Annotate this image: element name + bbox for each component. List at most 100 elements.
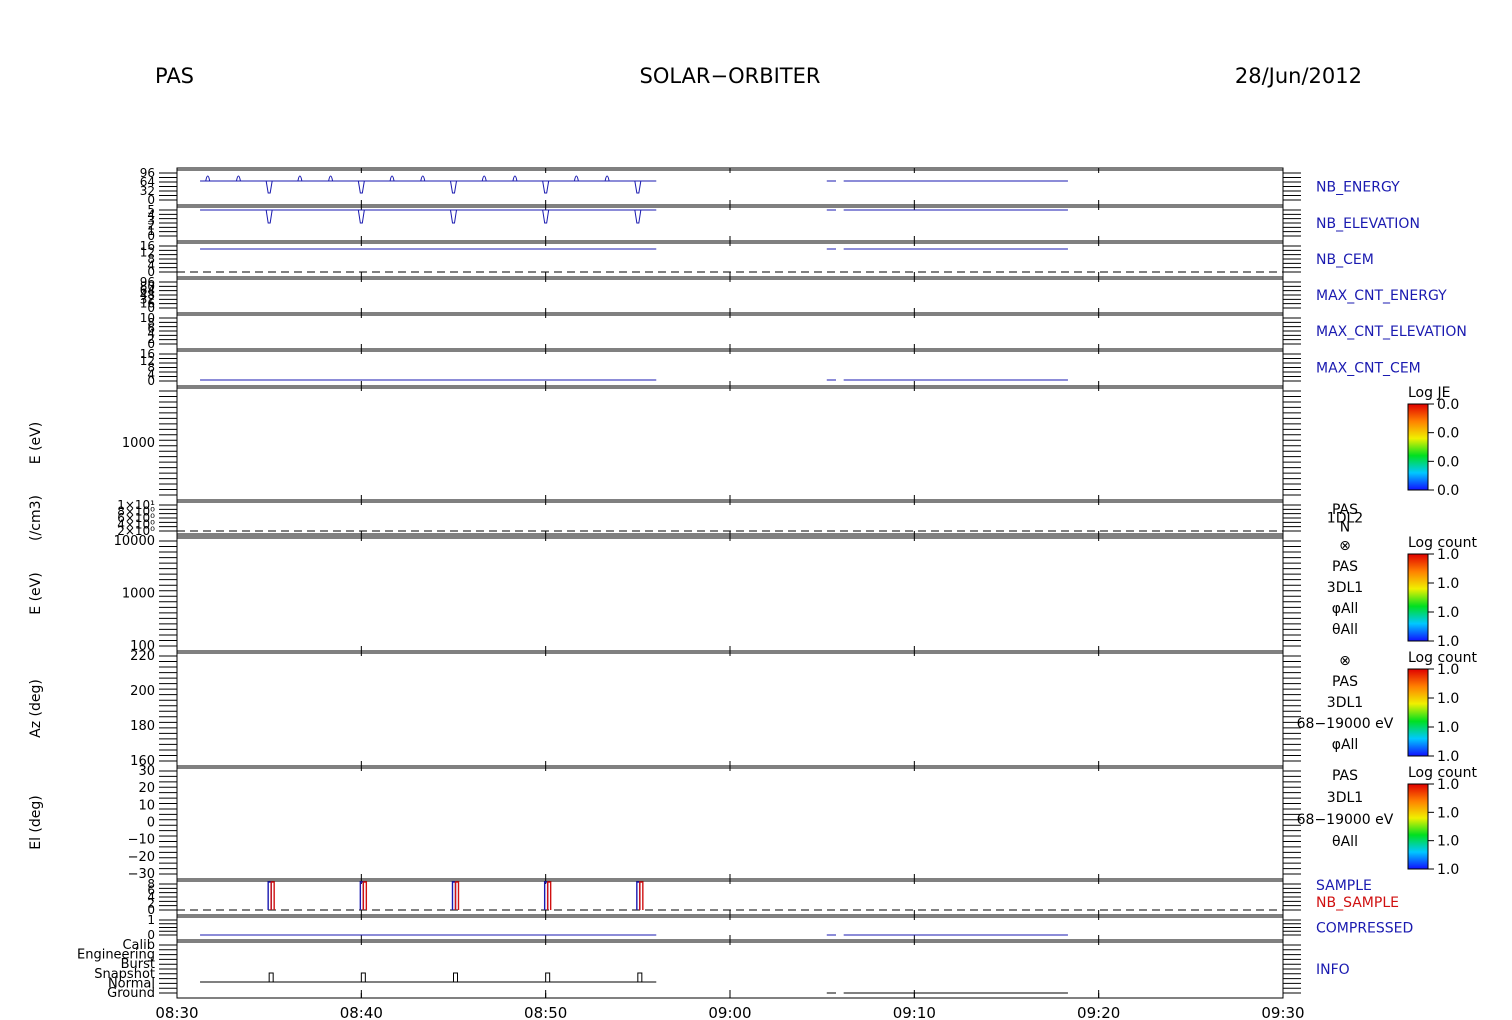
colorbar-tick-label: 0.0 [1437,483,1459,499]
side-label: 3DL1 [1327,790,1363,806]
energy-pulse [297,175,303,182]
x-tick-label: 09:00 [708,1004,751,1020]
colorbar-tick-label: 1.0 [1437,605,1459,621]
y-tick-label: 0 [147,374,155,388]
x-tick-label: 09:10 [893,1004,936,1020]
side-label: 3DL1 [1327,580,1363,596]
y-axis-label: E (eV) [28,422,44,464]
colorbar-tick-label: 1.0 [1437,805,1459,821]
trace-dip [265,209,273,224]
sample-spike [639,881,644,910]
colorbar-tick-label: 1.0 [1437,862,1459,878]
panel-label: MAX_CNT_CEM [1316,361,1421,377]
colorbar-tick-label: 1.0 [1437,691,1459,707]
y-tick-label: 30 [138,764,155,779]
panel-frame [176,312,1284,350]
colorbar-tick-label: 1.0 [1437,834,1459,850]
trace-dip [450,180,457,194]
y-tick-label: Ground [107,986,155,1001]
side-label: PAS [1332,674,1358,690]
energy-pulse [573,175,579,182]
side-label: φAll [1332,737,1359,753]
sample-spike [270,881,275,910]
side-label: PAS [1332,559,1358,575]
colorbar-tick-label: 1.0 [1437,576,1459,592]
trace-dip [634,209,642,224]
x-tick-label: 08:40 [340,1004,383,1020]
header-date: 28/Jun/2012 [1235,64,1362,88]
panel-label: INFO [1316,962,1350,978]
side-label: N [1340,519,1350,535]
colorbar-tick-label: 1.0 [1437,749,1459,765]
colorbar-tick-label: 0.0 [1437,454,1459,470]
side-label: φAll [1332,601,1359,617]
energy-pulse [604,175,610,182]
colorbar [1407,783,1429,870]
x-tick-label: 08:30 [155,1004,198,1020]
y-axis-label: El (deg) [28,795,44,850]
side-label: 3DL1 [1327,695,1363,711]
info-pulse [545,972,551,982]
header-instrument: PAS [155,64,194,88]
info-pulse [637,972,643,982]
colorbar-tick-label: 1.0 [1437,662,1459,678]
y-tick-label: 180 [130,719,155,734]
info-pulse [268,972,274,982]
y-axis-label: Az (deg) [28,679,44,738]
panel-label-secondary: NB_SAMPLE [1316,895,1399,911]
panel-frame [176,167,1284,206]
panel-frame [176,939,1284,999]
panel-frame [176,535,1284,652]
trace-dip [357,209,365,224]
y-tick-label: 200 [130,684,155,699]
panel-label: NB_ENERGY [1316,180,1400,196]
colorbar-tick-label: 0.0 [1437,426,1459,442]
colorbar [1407,668,1429,757]
y-axis-label: E (eV) [28,572,44,614]
y-tick-label: 220 [130,649,155,664]
energy-pulse [420,175,426,182]
sample-spike [362,881,368,910]
side-label: 68−19000 eV [1297,812,1394,828]
y-tick-label: 10 [138,798,155,813]
side-label: PAS [1332,768,1358,784]
energy-pulse [512,175,518,182]
panel-label: MAX_CNT_ENERGY [1316,288,1447,304]
chart-figure: PAS SOLAR−ORBITER 28/Jun/2012 9664320NB_… [28,64,1477,1020]
colorbar [1407,553,1429,642]
plot-panels: 9664320NB_ENERGY543210NB_ELEVATION161284… [28,166,1477,1020]
colorbar-tick-label: 1.0 [1437,720,1459,736]
side-label: ⊗ [1339,538,1351,554]
energy-pulse [481,175,487,182]
side-label: 68−19000 eV [1297,716,1394,732]
x-tick-label: 08:50 [524,1004,567,1020]
energy-pulse [205,175,211,182]
y-tick-label: 0 [147,816,155,831]
trace-dip [542,180,550,194]
panel-label: MAX_CNT_ELEVATION [1316,324,1467,340]
colorbar-tick-label: 1.0 [1437,547,1459,563]
side-label: θAll [1332,622,1358,638]
colorbar-tick-label: 0.0 [1437,397,1459,413]
panel-frame [176,385,1284,501]
info-pulse [453,972,458,982]
trace-dip [265,180,273,194]
panel-frame [176,276,1284,314]
panel-label: NB_ELEVATION [1316,216,1420,232]
trace-dip [357,180,365,194]
trace-dip [542,209,550,224]
sample-spike [546,881,552,910]
y-tick-label: 1000 [122,436,155,451]
panel-label: SAMPLE [1316,878,1372,894]
y-tick-label: 1 [147,913,155,927]
colorbar-tick-label: 1.0 [1437,634,1459,650]
colorbar [1407,403,1429,491]
panel-frame [176,650,1284,767]
energy-pulse [328,175,334,182]
sample-spike [454,881,460,910]
y-tick-label: −10 [128,833,155,848]
info-pulse [360,972,366,982]
y-tick-label: 20 [138,781,155,796]
panel-frame [176,765,1284,880]
y-tick-label: 10000 [114,534,155,549]
